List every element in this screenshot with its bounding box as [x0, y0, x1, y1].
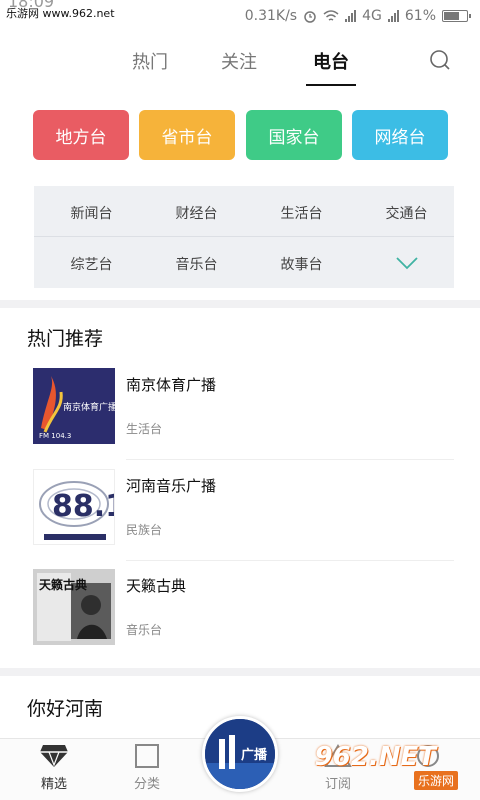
app-screen: 18:09 乐游网 www.962.net 0.31K/s 4G 61% 热门 …	[0, 0, 480, 800]
grid-divider	[34, 236, 454, 237]
category-local-button[interactable]: 地方台	[33, 110, 129, 160]
svg-text:FM 104.3: FM 104.3	[39, 432, 71, 440]
divider	[126, 459, 454, 460]
divider	[126, 560, 454, 561]
station-type-music[interactable]: 音乐台	[144, 254, 249, 274]
station-type-variety[interactable]: 综艺台	[39, 254, 144, 274]
tab-follow[interactable]: 关注	[221, 48, 257, 74]
station-type-life[interactable]: 生活台	[249, 203, 354, 223]
top-tabs: 热门 关注 电台	[0, 40, 480, 86]
station-logo: 天籁古典	[33, 569, 115, 645]
list-item[interactable]: 天籁古典 天籁古典 音乐台	[0, 569, 480, 661]
search-icon[interactable]	[428, 48, 452, 72]
svg-text:天籁古典: 天籁古典	[39, 577, 87, 592]
nav-featured[interactable]: 精选	[6, 739, 102, 800]
section-separator	[0, 300, 480, 308]
network-type: 4G	[362, 8, 382, 24]
station-type-grid: 新闻台 财经台 生活台 交通台 综艺台 音乐台 故事台	[34, 186, 454, 288]
item-title: 天籁古典	[126, 577, 187, 595]
alarm-icon	[304, 11, 316, 23]
station-type-story[interactable]: 故事台	[249, 254, 354, 274]
section-title-henan: 你好河南	[27, 698, 104, 720]
station-logo: 88.1	[33, 469, 115, 545]
svg-text:广播: 广播	[241, 747, 268, 763]
station-type-traffic[interactable]: 交通台	[354, 203, 459, 223]
tab-radio[interactable]: 电台	[313, 48, 349, 74]
item-title: 南京体育广播	[126, 376, 217, 394]
watermark-badge: 962.NET 乐游网	[315, 742, 472, 796]
list-item[interactable]: 南京体育广播 FM 104.3 南京体育广播 生活台	[0, 368, 480, 460]
item-title: 河南音乐广播	[126, 477, 217, 495]
badge-subtext: 乐游网	[413, 771, 458, 790]
watermark-text: 乐游网 www.962.net	[6, 7, 115, 20]
badge-text: 962.NET	[314, 742, 436, 772]
play-button[interactable]: 广播	[202, 716, 278, 792]
list-item[interactable]: 88.1 河南音乐广播 民族台	[0, 469, 480, 561]
station-type-news[interactable]: 新闻台	[39, 203, 144, 223]
wifi-icon	[323, 9, 339, 21]
active-tab-indicator	[306, 84, 356, 86]
battery-icon	[442, 10, 471, 22]
nav-category[interactable]: 分类	[99, 739, 195, 800]
signal-icon	[345, 10, 357, 22]
item-subtitle: 音乐台	[126, 623, 163, 637]
battery-percent: 61%	[404, 8, 436, 24]
station-type-finance[interactable]: 财经台	[144, 203, 249, 223]
signal-icon-2	[387, 10, 399, 22]
item-subtitle: 生活台	[126, 422, 163, 436]
category-national-button[interactable]: 国家台	[246, 110, 342, 160]
status-bar: 18:09 乐游网 www.962.net 0.31K/s 4G 61%	[0, 0, 480, 32]
category-province-button[interactable]: 省市台	[139, 110, 235, 160]
section-separator	[0, 668, 480, 676]
chevron-down-icon[interactable]	[395, 256, 419, 270]
category-network-button[interactable]: 网络台	[352, 110, 448, 160]
nav-label: 精选	[40, 777, 67, 792]
station-logo: 南京体育广播 FM 104.3	[33, 368, 115, 444]
item-subtitle: 民族台	[126, 523, 163, 537]
section-title-hot: 热门推荐	[27, 328, 104, 350]
tab-hot[interactable]: 热门	[132, 48, 168, 74]
diamond-icon	[40, 745, 68, 767]
svg-text:88.1: 88.1	[52, 489, 115, 524]
net-speed: 0.31K/s	[244, 8, 298, 24]
nav-label: 分类	[133, 777, 160, 792]
status-right: 0.31K/s 4G 61%	[244, 6, 471, 26]
svg-text:南京体育广播: 南京体育广播	[63, 401, 115, 413]
grid-square-icon	[135, 744, 159, 768]
